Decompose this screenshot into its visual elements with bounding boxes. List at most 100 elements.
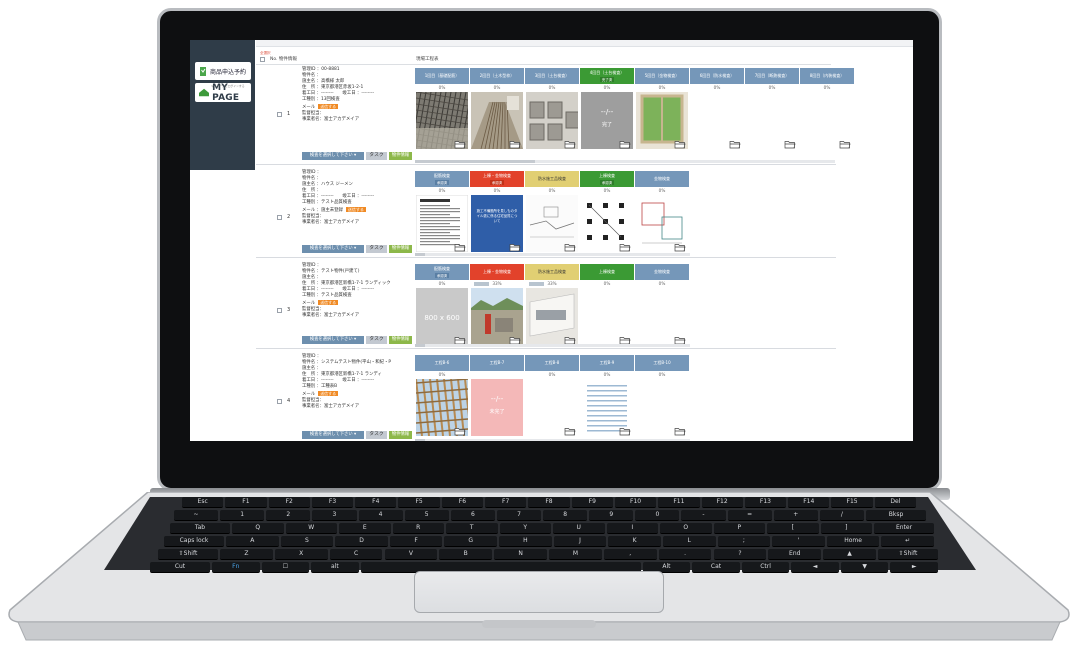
key-f13[interactable]: F13: [744, 497, 787, 508]
horizontal-scrollbar[interactable]: [415, 253, 690, 256]
key-[interactable]: ~: [174, 510, 219, 521]
key-0[interactable]: 0: [635, 510, 680, 521]
key-k[interactable]: K: [608, 536, 661, 547]
folder-icon[interactable]: [564, 243, 576, 252]
inspection-step[interactable]: 4回目（土台検査） 完了済 0% --/-- 完了: [580, 68, 634, 151]
key-[interactable]: ,: [603, 549, 657, 560]
key-ctrl[interactable]: Ctrl: [741, 562, 790, 573]
key-1[interactable]: 1: [220, 510, 265, 521]
key-fn[interactable]: Fn: [212, 562, 260, 573]
key-b[interactable]: B: [439, 549, 493, 560]
key-z[interactable]: Z: [220, 549, 273, 560]
key-[interactable]: ☐: [261, 562, 310, 573]
inspection-step[interactable]: 7回目（断熱検査） 0%: [745, 68, 799, 151]
key-f8[interactable]: F8: [528, 497, 570, 508]
key-g[interactable]: G: [444, 536, 498, 547]
inspection-step[interactable]: 8回目（内装検査） 0%: [800, 68, 854, 151]
send-mail-button[interactable]: 送信する: [318, 103, 339, 109]
folder-icon[interactable]: [564, 427, 576, 436]
horizontal-scrollbar[interactable]: [415, 439, 690, 441]
key-u[interactable]: U: [553, 523, 605, 534]
key-n[interactable]: N: [494, 549, 547, 560]
key-home[interactable]: Home: [826, 536, 880, 547]
task-button[interactable]: タスク: [366, 336, 387, 344]
horizontal-scrollbar[interactable]: [415, 344, 690, 347]
key-[interactable]: ;: [717, 536, 771, 547]
scrollbar-thumb[interactable]: [415, 439, 425, 441]
key-f9[interactable]: F9: [571, 497, 613, 508]
key-f5[interactable]: F5: [398, 497, 440, 508]
key-bksp[interactable]: Bksp: [866, 510, 926, 521]
inspection-select[interactable]: 検査を選択して下さい ▾: [302, 336, 364, 344]
key-x[interactable]: X: [274, 549, 328, 560]
task-button[interactable]: タスク: [366, 152, 387, 160]
key-[interactable]: ?: [713, 549, 767, 560]
key-f12[interactable]: F12: [701, 497, 743, 508]
key-[interactable]: ▼: [840, 562, 889, 573]
folder-icon[interactable]: [454, 243, 466, 252]
photo-thumbnail[interactable]: --/-- 未完了: [471, 379, 523, 436]
key-cut[interactable]: Cut: [150, 562, 210, 573]
key-f6[interactable]: F6: [441, 497, 484, 508]
send-mail-button[interactable]: 送信する: [318, 299, 339, 305]
inspection-step[interactable]: 防水施工品検査 0%: [525, 171, 579, 254]
inspection-step[interactable]: 1回目（基礎配筋） 0%: [415, 68, 469, 151]
scrollbar-thumb[interactable]: [415, 160, 535, 163]
key-capslock[interactable]: Caps lock: [164, 536, 224, 547]
key-f7[interactable]: F7: [485, 497, 527, 508]
key-m[interactable]: M: [549, 549, 602, 560]
key-enter[interactable]: Enter: [874, 523, 934, 534]
key-[interactable]: ]: [820, 523, 872, 534]
key-r[interactable]: R: [392, 523, 444, 534]
key-l[interactable]: L: [662, 536, 716, 547]
inspection-step[interactable]: 工程B-9 0%: [580, 355, 634, 438]
horizontal-scrollbar[interactable]: [415, 160, 835, 163]
inspection-select[interactable]: 検査を選択して下さい ▾: [302, 152, 364, 160]
row-checkbox[interactable]: [277, 308, 282, 313]
task-button[interactable]: タスク: [366, 245, 387, 253]
reserve-button[interactable]: 商品申込予約: [195, 62, 251, 80]
inspection-step[interactable]: 上棟検査 承認済 0%: [580, 171, 634, 254]
send-mail-button[interactable]: 送信する: [318, 390, 339, 396]
key-[interactable]: +: [773, 510, 818, 521]
inspection-step[interactable]: 配筋検査 承認済 0% 800 x 600: [415, 264, 469, 347]
key-e[interactable]: E: [339, 523, 391, 534]
task-button[interactable]: タスク: [366, 431, 387, 439]
key-4[interactable]: 4: [358, 510, 403, 521]
inspection-step[interactable]: 6回目（防水検査） 0%: [690, 68, 744, 151]
key-f14[interactable]: F14: [788, 497, 830, 508]
key-p[interactable]: P: [713, 523, 765, 534]
key-d[interactable]: D: [335, 536, 388, 547]
folder-icon[interactable]: [454, 140, 466, 149]
key-v[interactable]: V: [384, 549, 438, 560]
folder-icon[interactable]: [619, 427, 631, 436]
key-f10[interactable]: F10: [614, 497, 657, 508]
folder-icon[interactable]: [564, 140, 576, 149]
inspection-step[interactable]: 工程B-8 0%: [525, 355, 579, 438]
key-cat[interactable]: Cat: [692, 562, 740, 573]
key-3[interactable]: 3: [312, 510, 357, 521]
key-6[interactable]: 6: [450, 510, 495, 521]
key-7[interactable]: 7: [496, 510, 542, 521]
select-all-checkbox[interactable]: [260, 57, 265, 62]
row-checkbox[interactable]: [277, 215, 282, 220]
key-f4[interactable]: F4: [355, 497, 397, 508]
inspection-step[interactable]: 工程B-10 0%: [635, 355, 689, 438]
key-f3[interactable]: F3: [311, 497, 354, 508]
inspection-step[interactable]: 上棟検査 0%: [580, 264, 634, 347]
key-[interactable]: -: [681, 510, 726, 521]
folder-icon[interactable]: [674, 427, 686, 436]
key-f15[interactable]: F15: [831, 497, 873, 508]
key-shift[interactable]: ⇧Shift: [158, 549, 218, 560]
property-info-button[interactable]: 物件情報: [389, 152, 412, 160]
key-del[interactable]: Del: [874, 497, 916, 508]
key-h[interactable]: H: [499, 536, 552, 547]
key-f[interactable]: F: [389, 536, 443, 547]
folder-icon[interactable]: [729, 140, 741, 149]
inspection-step[interactable]: 5回目（金物検査） 0%: [635, 68, 689, 151]
folder-icon[interactable]: [674, 140, 686, 149]
folder-icon[interactable]: [784, 140, 796, 149]
key-shift[interactable]: ⇧Shift: [878, 549, 938, 560]
key-[interactable]: .: [658, 549, 712, 560]
property-info-button[interactable]: 物件情報: [389, 245, 412, 253]
